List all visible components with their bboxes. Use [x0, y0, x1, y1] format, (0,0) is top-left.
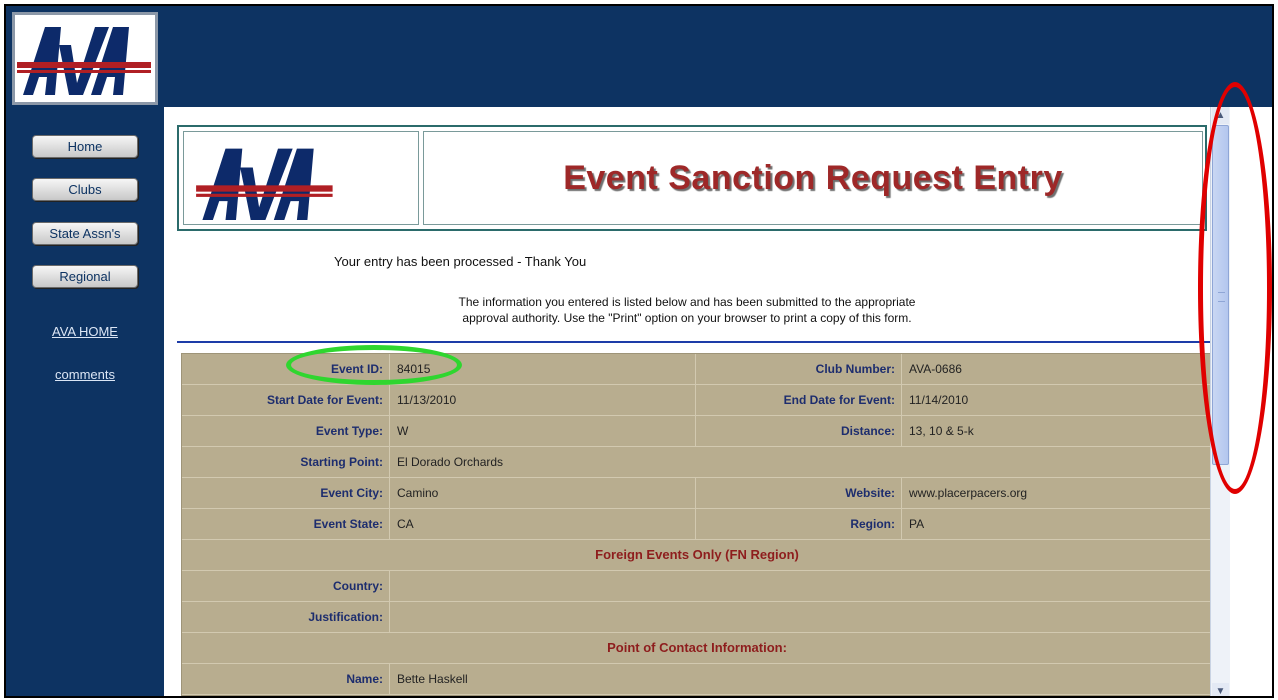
event-id-label: Event ID: [182, 354, 390, 384]
divider [177, 341, 1210, 343]
page-header: Event Sanction Request Entry [177, 125, 1207, 231]
down-arrow-icon[interactable]: ▼ [1212, 683, 1229, 696]
table-row: Event Type: W Distance: 13, 10 & 5-k [182, 416, 1210, 447]
event-state-label: Event State: [182, 509, 390, 539]
browser-frame: Home Clubs State Assn's Regional AVA HOM… [4, 4, 1274, 698]
end-date-value: 11/14/2010 [909, 393, 969, 407]
region-value: PA [909, 517, 925, 531]
event-city-value: Camino [390, 478, 696, 508]
main-content: Event Sanction Request Entry Your entry … [164, 107, 1210, 696]
event-city-label: Event City: [182, 478, 390, 508]
event-details-table: Event ID: 84015 Club Number: AVA-0686 St… [181, 353, 1210, 696]
distance-label: Distance: [696, 416, 902, 446]
table-row: Start Date for Event: 11/13/2010 End Dat… [182, 385, 1210, 416]
ava-logo-icon [17, 27, 151, 95]
nav-home-button[interactable]: Home [32, 135, 138, 158]
starting-point-value: El Dorado Orchards [397, 455, 504, 469]
table-row: Starting Point: El Dorado Orchards [182, 447, 1210, 478]
ava-home-link[interactable]: AVA HOME [6, 324, 164, 339]
start-date-value: 11/13/2010 [390, 385, 696, 415]
website-label: Website: [696, 478, 902, 508]
end-date-label: End Date for Event: [696, 385, 902, 415]
info-message-line1: The information you entered is listed be… [458, 295, 916, 309]
event-id-value: 84015 [390, 354, 696, 384]
country-value [390, 571, 1210, 601]
ava-logo[interactable] [12, 12, 158, 105]
table-row: Event ID: 84015 Club Number: AVA-0686 [182, 354, 1210, 385]
comments-link[interactable]: comments [6, 367, 164, 382]
name-value: Bette Haskell [397, 672, 468, 686]
vertical-scrollbar[interactable]: ▲ ▼ [1210, 107, 1230, 696]
distance-value: 13, 10 & 5-k [909, 424, 974, 438]
table-row: Event City: Camino Website: www.placerpa… [182, 478, 1210, 509]
sidebar: Home Clubs State Assn's Regional AVA HOM… [6, 6, 164, 696]
website-value: www.placerpacers.org [909, 486, 1028, 500]
contact-section-header: Point of Contact Information: [182, 633, 1210, 664]
up-arrow-icon[interactable]: ▲ [1212, 107, 1229, 124]
justification-value [390, 602, 1210, 632]
nav-state-assns-button[interactable]: State Assn's [32, 222, 138, 245]
event-type-label: Event Type: [182, 416, 390, 446]
table-row: Country: [182, 571, 1210, 602]
name-label: Name: [182, 664, 390, 694]
event-type-value: W [390, 416, 696, 446]
page-title: Event Sanction Request Entry [423, 131, 1203, 225]
info-message-line2: approval authority. Use the "Print" opti… [462, 311, 912, 325]
scrollbar-thumb[interactable] [1212, 125, 1229, 465]
grip-icon [1218, 292, 1225, 302]
info-message: The information you entered is listed be… [164, 294, 1210, 326]
starting-point-label: Starting Point: [182, 447, 390, 477]
nav-clubs-button[interactable]: Clubs [32, 178, 138, 201]
table-row: Justification: [182, 602, 1210, 633]
club-number-value: AVA-0686 [909, 362, 962, 376]
top-banner [164, 6, 1272, 107]
start-date-label: Start Date for Event: [182, 385, 390, 415]
processed-message: Your entry has been processed - Thank Yo… [334, 254, 587, 269]
foreign-events-section-header: Foreign Events Only (FN Region) [182, 540, 1210, 571]
justification-label: Justification: [182, 602, 390, 632]
club-number-label: Club Number: [696, 354, 902, 384]
table-row: Name: Bette Haskell [182, 664, 1210, 695]
region-label: Region: [696, 509, 902, 539]
nav-regional-button[interactable]: Regional [32, 265, 138, 288]
event-state-value: CA [390, 509, 696, 539]
country-label: Country: [182, 571, 390, 601]
ava-logo-icon [196, 148, 333, 220]
header-logo [183, 131, 419, 225]
table-row: Event State: CA Region: PA [182, 509, 1210, 540]
